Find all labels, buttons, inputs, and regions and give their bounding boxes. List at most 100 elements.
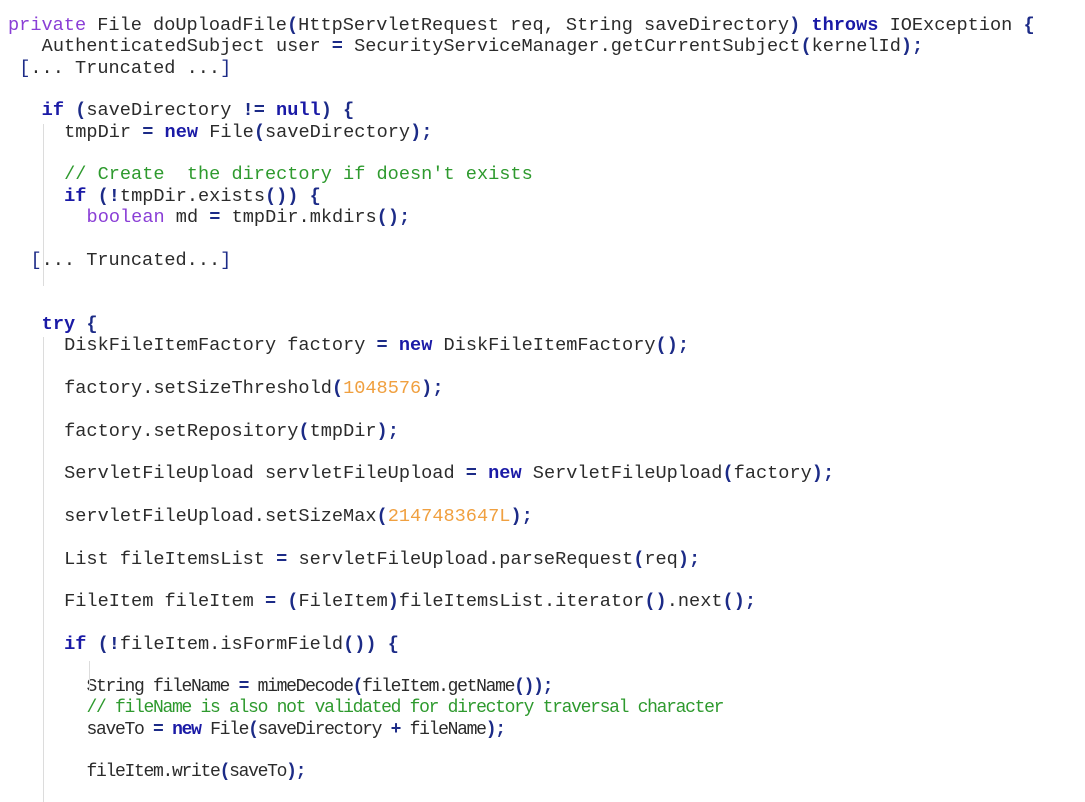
code-line: fileItem.write(saveTo); — [87, 762, 307, 783]
code-token-punc: ( — [253, 121, 265, 143]
code-line: DiskFileItemFactory factory = new DiskFi… — [64, 335, 689, 356]
code-line: ServletFileUpload servletFileUpload = ne… — [64, 463, 834, 484]
code-token-plain: tmpDir — [309, 420, 377, 442]
code-token-punc: != — [242, 100, 265, 122]
code-token-plain: ... Truncated... — [41, 249, 221, 271]
code-token-punc: ( — [298, 420, 310, 442]
code-token-punc: () — [655, 335, 678, 357]
code-token-plain: factory — [733, 463, 812, 485]
code-token-punc: { — [343, 100, 355, 122]
code-token-mod: boolean — [86, 207, 165, 229]
code-token-plain: factory.setRepository — [64, 420, 299, 442]
code-token-punc: = — [238, 676, 250, 697]
code-token-plain: SecurityServiceManager.getCurrentSubject — [342, 36, 801, 58]
code-token-punc: (! — [97, 185, 120, 207]
code-token-mod: private — [8, 15, 87, 36]
code-token-punc: { — [309, 185, 321, 207]
code-token-punc: ( — [800, 36, 812, 58]
code-token-punc: = — [153, 719, 164, 740]
code-line: String fileName = mimeDecode(fileItem.ge… — [86, 676, 554, 698]
code-token-punc: ) — [900, 36, 913, 58]
code-token-punc: (! — [97, 634, 120, 656]
indent-guide-inner-if-block — [89, 661, 90, 691]
code-token-plain: fileItem.isFormField — [119, 634, 344, 656]
code-token-punc: ; — [542, 676, 554, 697]
code-line: factory.setRepository(tmpDir); — [64, 421, 399, 442]
code-token-punc: ) — [410, 121, 422, 143]
code-token-trunc: [ — [19, 57, 31, 79]
code-line: factory.setSizeThreshold(1048576); — [64, 378, 443, 399]
code-token-plain: AuthenticatedSubject user — [41, 36, 332, 58]
code-token-plain: tmpDir — [64, 121, 143, 143]
code-token-punc: = — [142, 121, 154, 143]
code-token-punc: ) — [286, 762, 297, 783]
code-line: if (!tmpDir.exists()) { — [64, 186, 321, 207]
code-token-punc: = — [276, 548, 288, 570]
code-line: // fileName is also not validated for di… — [87, 698, 725, 719]
code-token-punc: ( — [352, 676, 364, 697]
code-token-plain: ServletFileUpload — [521, 463, 723, 485]
code-token-punc: { — [1023, 15, 1035, 36]
code-token-punc: ; — [912, 36, 924, 58]
code-token-plain: String fileName — [86, 676, 239, 697]
code-token-punc: ()) — [264, 185, 299, 207]
code-token-plain: fileItem.getName — [362, 676, 515, 697]
code-token-plain: DiskFileItemFactory factory — [64, 335, 377, 357]
code-line: servletFileUpload.setSizeMax(2147483647L… — [64, 506, 533, 527]
code-token-punc: = — [376, 335, 388, 357]
code-token-punc: ; — [432, 377, 444, 399]
code-token-trunc: [ — [30, 249, 42, 271]
code-token-plain: List fileItemsList — [64, 548, 277, 570]
indent-guide-if-block — [43, 124, 44, 286]
code-token-punc: ; — [822, 463, 835, 485]
code-line: if (!fileItem.isFormField()) { — [64, 634, 399, 655]
code-token-kw: null — [276, 100, 321, 122]
code-token-plain: fileItemsList.iterator — [398, 591, 645, 613]
code-token-punc: () — [644, 591, 667, 613]
code-token-num: 1048576 — [343, 377, 422, 399]
code-line: if (saveDirectory != null) { — [42, 100, 355, 121]
code-token-punc: () — [376, 207, 399, 229]
code-token-punc: ; — [387, 420, 399, 442]
code-token-kw: if — [64, 634, 87, 656]
code-token-plain: servletFileUpload.parseRequest — [287, 548, 634, 570]
code-token-plain: . — [666, 591, 678, 613]
code-line: [... Truncated ...] — [19, 58, 231, 79]
code-token-plain: md — [164, 207, 210, 229]
code-token-punc: ) — [811, 463, 823, 485]
code-token-punc: ) — [510, 506, 522, 528]
code-token-kw: throws — [811, 15, 879, 36]
code-line: saveTo = new File(saveDirectory + fileNa… — [87, 719, 506, 741]
code-token-punc: + — [390, 719, 402, 740]
code-token-punc: ; — [677, 335, 690, 357]
code-token-punc: ( — [376, 506, 388, 528]
code-token-plain: IOException — [878, 15, 1024, 36]
code-token-punc: ()) — [343, 634, 377, 656]
code-token-plain: File — [198, 121, 254, 143]
code-token-punc: ; — [421, 121, 433, 143]
code-token-punc: ( — [287, 591, 299, 613]
code-token-punc: ) — [387, 591, 399, 613]
indent-guide-try-block — [43, 337, 44, 802]
code-token-punc: ) — [677, 548, 690, 570]
code-token-kw: try — [41, 313, 76, 335]
code-token-punc: ( — [633, 548, 645, 570]
code-token-punc: ( — [248, 719, 259, 740]
code-token-kw: if — [41, 100, 64, 122]
code-token-plain: File — [200, 719, 249, 740]
code-token-plain: FileItem fileItem — [64, 591, 265, 613]
code-token-plain: kernelId — [811, 36, 901, 58]
code-token-punc: { — [86, 313, 98, 335]
code-token-plain: fileName — [400, 719, 487, 740]
code-token-plain: factory.setSizeThreshold — [64, 377, 332, 399]
code-token-plain: ... Truncated ... — [30, 57, 221, 79]
code-token-punc: { — [387, 634, 399, 656]
code-token-plain: DiskFileItemFactory — [432, 335, 656, 357]
code-token-punc: ) — [376, 420, 388, 442]
